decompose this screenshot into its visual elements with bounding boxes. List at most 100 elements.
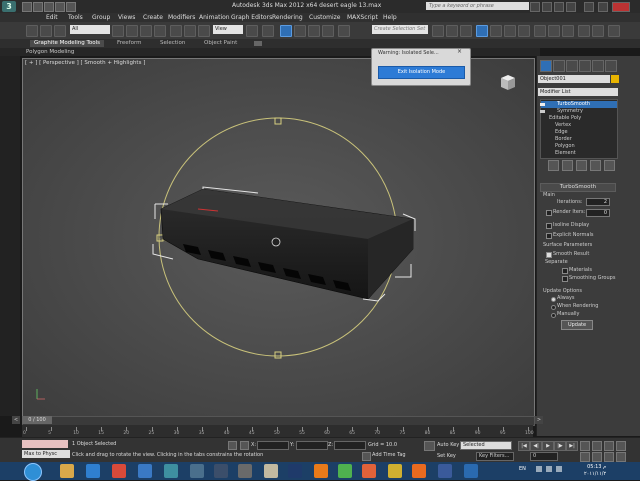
set-key-mode-icon[interactable] <box>424 441 435 451</box>
menu-graph-editors[interactable]: Graph Editors <box>231 13 272 22</box>
network-icon[interactable] <box>546 466 552 472</box>
media-player-icon[interactable] <box>138 464 152 478</box>
spinner-snap-icon[interactable] <box>322 25 334 37</box>
pin-stack-icon[interactable] <box>548 160 559 171</box>
app-taskbar-icon[interactable] <box>338 464 352 478</box>
motion-tab-icon[interactable] <box>579 60 591 72</box>
materials-checkbox[interactable] <box>562 268 568 274</box>
angle-snap-icon[interactable] <box>294 25 306 37</box>
move-icon[interactable] <box>170 25 182 37</box>
named-selection-input[interactable]: Create Selection Set <box>372 25 428 34</box>
render-production-icon[interactable] <box>562 25 574 37</box>
key-filters-button[interactable]: Key Filters... <box>476 452 514 461</box>
stack-item-edge[interactable]: Edge <box>541 129 568 136</box>
menu-rendering[interactable]: Rendering <box>272 13 303 22</box>
hierarchy-tab-icon[interactable] <box>566 60 578 72</box>
app-taskbar-icon[interactable] <box>238 464 252 478</box>
lock-selection-icon[interactable] <box>228 441 237 450</box>
polygon-modeling-label[interactable]: Polygon Modeling <box>26 48 74 56</box>
volume-icon[interactable] <box>556 466 562 472</box>
tab-selection[interactable]: Selection <box>156 40 189 47</box>
material-editor-icon[interactable] <box>518 25 530 37</box>
orbit-icon[interactable] <box>592 441 602 451</box>
3dsmax-taskbar-icon[interactable] <box>164 464 178 478</box>
stack-item-turbosmooth[interactable]: TurboSmooth <box>541 101 617 108</box>
menu-views[interactable]: Views <box>118 13 135 22</box>
menu-animation[interactable]: Animation <box>199 13 230 22</box>
make-unique-icon[interactable] <box>576 160 587 171</box>
stack-item-border[interactable]: Border <box>541 136 572 143</box>
curve-editor-icon[interactable] <box>490 25 502 37</box>
update-button[interactable]: Update <box>561 320 593 330</box>
window-crossing-icon[interactable] <box>154 25 166 37</box>
perspective-viewport[interactable] <box>22 58 535 417</box>
zoom-all-icon[interactable] <box>616 441 626 451</box>
turbosmooth-rollout-header[interactable]: TurboSmooth <box>540 183 616 192</box>
search-icon[interactable] <box>530 2 540 12</box>
render-iters-checkbox[interactable] <box>546 210 552 216</box>
timeline-prev-arrow-icon[interactable]: < <box>12 416 20 424</box>
zoom-icon[interactable] <box>604 441 614 451</box>
viewcube-icon[interactable] <box>497 72 519 94</box>
help-icon[interactable] <box>566 2 576 12</box>
manually-radio[interactable] <box>551 313 556 318</box>
menu-modifiers[interactable]: Modifiers <box>168 13 195 22</box>
pivot-icon[interactable] <box>246 25 258 37</box>
scale-icon[interactable] <box>198 25 210 37</box>
communication-icon[interactable] <box>554 2 564 12</box>
object-color-swatch[interactable] <box>611 75 619 83</box>
close-button[interactable] <box>612 2 630 12</box>
viewport-label-menu[interactable]: [ + ] [ Perspective ] [ Smooth + Highlig… <box>25 60 145 66</box>
app-taskbar-icon[interactable] <box>464 464 478 478</box>
explorer-icon[interactable] <box>60 464 74 478</box>
dialog-close-icon[interactable]: × <box>456 49 463 55</box>
stack-item-polygon[interactable]: Polygon <box>541 143 575 150</box>
menu-create[interactable]: Create <box>143 13 163 22</box>
explicit-normals-checkbox[interactable] <box>546 233 552 239</box>
absolute-mode-icon[interactable] <box>240 441 249 450</box>
rotate-icon[interactable] <box>184 25 196 37</box>
add-time-tag[interactable]: Add Time Tag <box>372 452 406 458</box>
edit-named-sel-icon[interactable] <box>338 25 350 37</box>
ribbon-options-icon[interactable] <box>254 41 262 46</box>
app-taskbar-icon[interactable] <box>214 464 228 478</box>
menu-customize[interactable]: Customize <box>309 13 341 22</box>
auto-key-button[interactable]: Auto Key <box>437 442 459 448</box>
teapot-render-icon[interactable] <box>578 25 590 37</box>
menu-group[interactable]: Group <box>92 13 110 22</box>
create-tab-icon[interactable] <box>540 60 552 72</box>
snaps-toggle-icon[interactable] <box>280 25 292 37</box>
environment-icon[interactable] <box>592 25 604 37</box>
start-button-icon[interactable] <box>24 463 42 481</box>
light-bulb-icon[interactable] <box>540 103 545 106</box>
always-radio[interactable] <box>551 297 556 302</box>
graphite-toggle-icon[interactable] <box>476 25 488 37</box>
menu-help[interactable]: Help <box>383 13 397 22</box>
tab-object-paint[interactable]: Object Paint <box>200 40 241 47</box>
selection-filter-dropdown[interactable]: All <box>70 25 110 34</box>
pan-view-icon[interactable] <box>580 441 590 451</box>
zoom-extents-icon[interactable] <box>592 452 602 462</box>
x-coord-field[interactable] <box>257 441 289 450</box>
maximize-button[interactable] <box>598 2 608 12</box>
y-coord-field[interactable] <box>296 441 328 450</box>
save-file-icon[interactable] <box>44 2 54 12</box>
language-indicator[interactable]: EN <box>519 466 526 472</box>
play-icon[interactable]: ▶ <box>542 441 554 451</box>
new-file-icon[interactable] <box>22 2 32 12</box>
firefox-icon[interactable] <box>412 464 426 478</box>
select-by-name-icon[interactable] <box>126 25 138 37</box>
exit-isolation-mode-button[interactable]: Exit Isolation Mode <box>378 66 465 79</box>
photoshop-icon[interactable] <box>288 464 302 478</box>
menu-tools[interactable]: Tools <box>68 13 83 22</box>
clock[interactable]: 05:13 م ٢٠١١/١١/٢ <box>584 464 606 478</box>
stack-item-editable-poly[interactable]: Editable Poly <box>541 115 581 122</box>
smooth-result-checkbox[interactable] <box>546 252 552 258</box>
smoothing-groups-checkbox[interactable] <box>562 276 568 282</box>
goto-end-icon[interactable]: ▶| <box>566 441 578 451</box>
configure-sets-icon[interactable] <box>604 160 615 171</box>
redo-tool-icon[interactable] <box>40 25 52 37</box>
open-file-icon[interactable] <box>33 2 43 12</box>
prev-frame-icon[interactable]: ◀| <box>530 441 542 451</box>
modifier-list-dropdown[interactable]: Modifier List <box>538 88 618 96</box>
